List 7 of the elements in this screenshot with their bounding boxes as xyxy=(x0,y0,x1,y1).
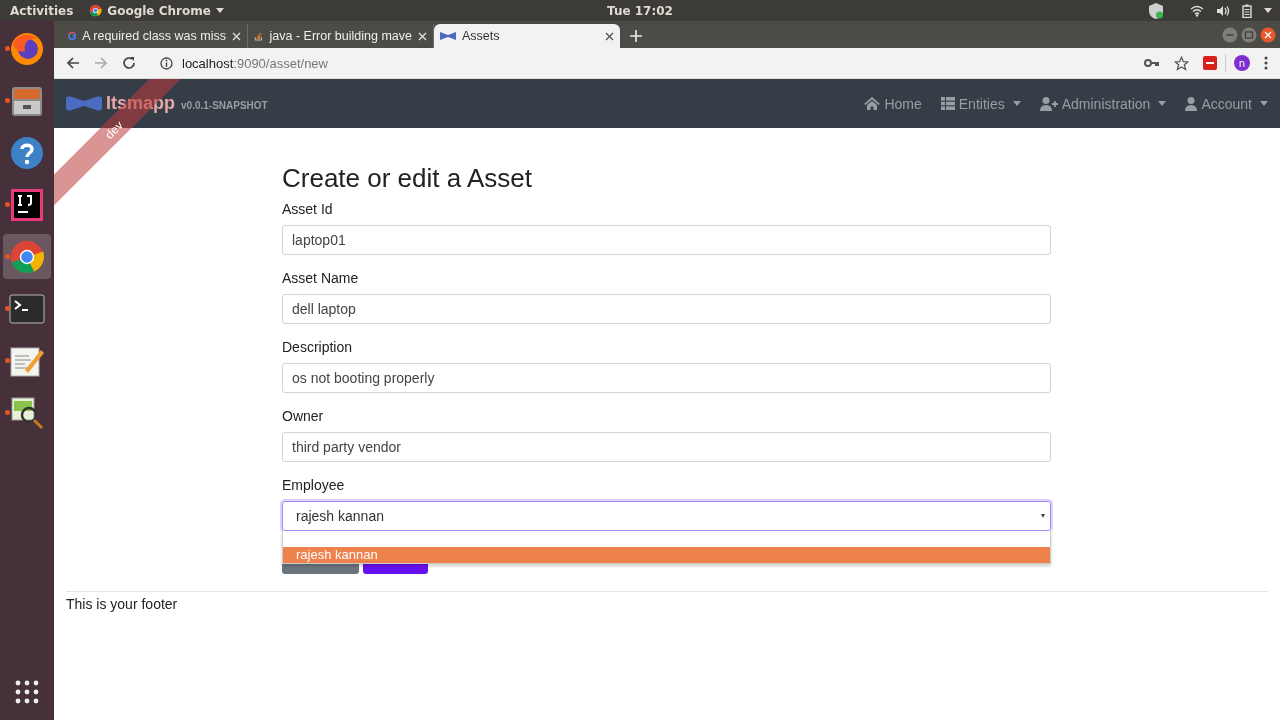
field-label: Description xyxy=(282,339,354,355)
footer-text: This is your footer xyxy=(66,596,178,612)
field-label: Asset Id xyxy=(282,201,334,217)
field-label: Owner xyxy=(282,408,325,424)
page-title: Create or edit a Asset xyxy=(282,163,534,194)
field-label: Employee xyxy=(282,477,346,493)
field-label: Asset Name xyxy=(282,270,360,286)
